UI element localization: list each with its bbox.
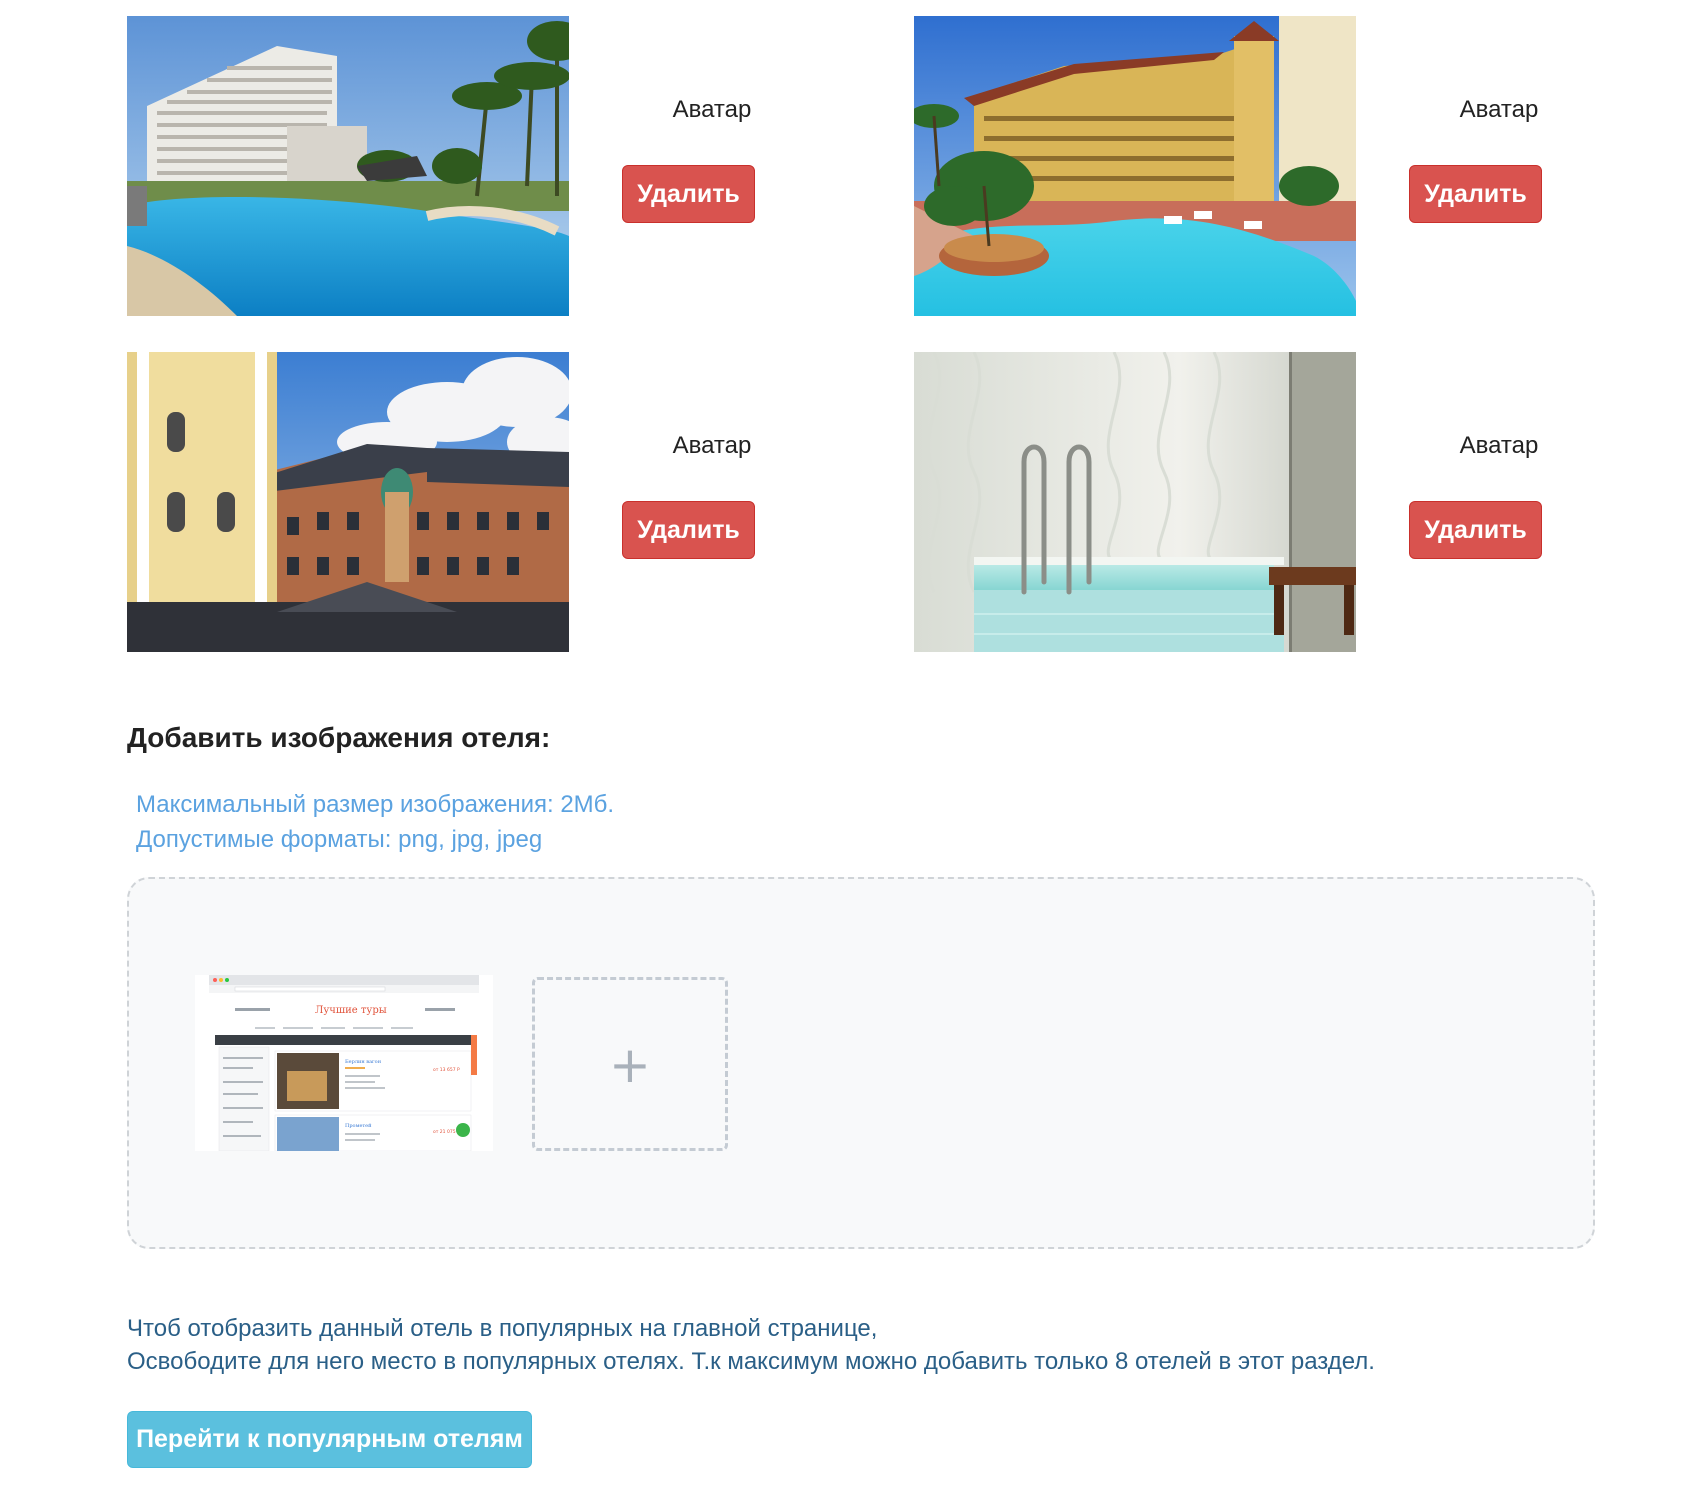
image-dropzone[interactable]: Лучшие туры Берлин вагон от 13 657 Р Про… — [127, 877, 1595, 1249]
website-screenshot-thumbnail[interactable]: Лучшие туры Берлин вагон от 13 657 Р Про… — [195, 975, 493, 1151]
popular-info-line-2: Освободите для него место в популярных о… — [127, 1348, 1375, 1375]
gallery-card: Аватар Удалить — [127, 352, 907, 652]
gallery-card: Аватар Удалить — [914, 16, 1688, 316]
add-images-title: Добавить изображения отеля: — [127, 722, 551, 753]
max-size-hint: Максимальный размер изображения: 2Мб. — [136, 791, 615, 818]
delete-image-button[interactable]: Удалить — [622, 165, 755, 223]
resort-pool-photo — [914, 16, 1356, 316]
preview-price-2: от 21 075 Р — [433, 1129, 460, 1135]
delete-image-button[interactable]: Удалить — [622, 501, 755, 559]
avatar-caption: Аватар — [1459, 432, 1539, 459]
delete-image-button[interactable]: Удалить — [1409, 501, 1542, 559]
go-to-popular-hotels-button[interactable]: Перейти к популярным отелям — [127, 1411, 532, 1468]
add-image-tile[interactable]: + — [532, 977, 728, 1151]
preview-logo-text: Лучшие туры — [315, 1005, 387, 1016]
allowed-formats-hint: Допустимые форматы: png, jpg, jpeg — [136, 826, 543, 853]
historic-building-photo — [127, 352, 569, 652]
avatar-caption: Аватар — [672, 96, 752, 123]
gallery-card: Аватар Удалить — [127, 16, 907, 316]
avatar-caption: Аватар — [1459, 96, 1539, 123]
preview-price-1: от 13 657 Р — [433, 1067, 460, 1073]
plus-icon: + — [609, 1036, 651, 1094]
preview-hotel-2: Прометей — [345, 1123, 372, 1129]
hotel-pool-photo — [127, 16, 569, 316]
avatar-caption: Аватар — [672, 432, 752, 459]
popular-info-line-1: Чтоб отобразить данный отель в популярны… — [127, 1315, 878, 1342]
delete-image-button[interactable]: Удалить — [1409, 165, 1542, 223]
indoor-pool-photo — [914, 352, 1356, 652]
gallery-card: Аватар Удалить — [914, 352, 1688, 652]
preview-hotel-1: Берлин вагон — [345, 1059, 382, 1065]
